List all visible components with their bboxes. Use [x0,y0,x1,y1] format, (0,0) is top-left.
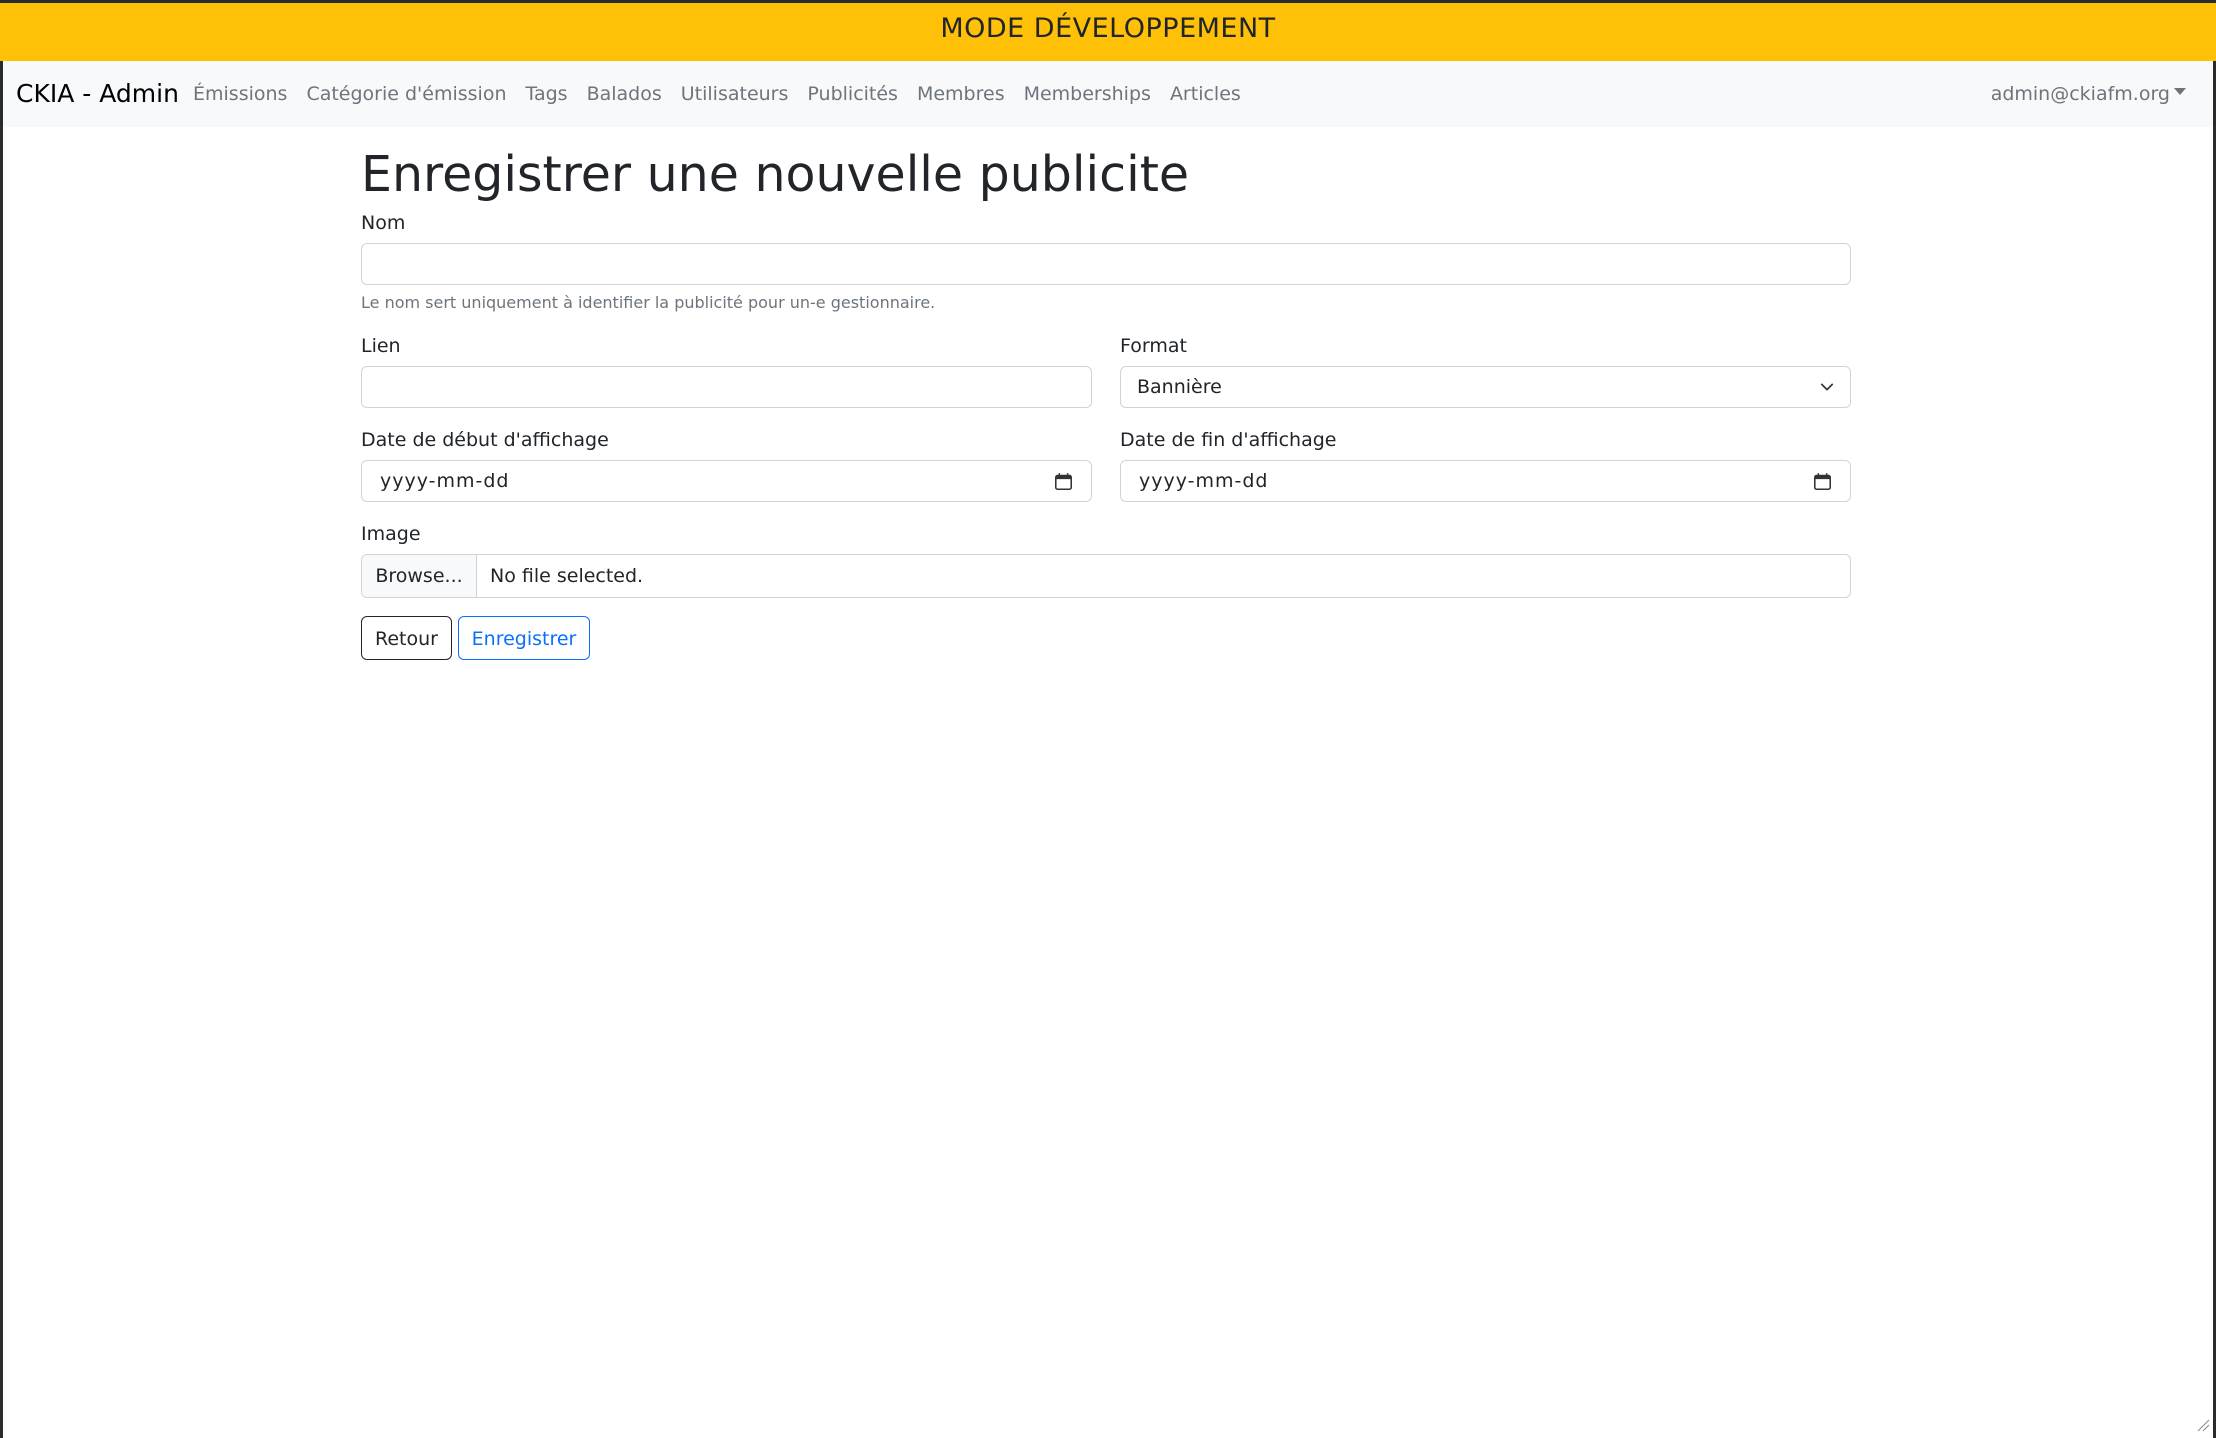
format-selected-value: Bannière [1137,376,1222,398]
browse-button[interactable]: Browse... [362,555,477,597]
page-title: Enregistrer une nouvelle publicite [361,146,1190,203]
back-button[interactable]: Retour [361,616,452,660]
nav-link-tags[interactable]: Tags [526,83,568,105]
window-frame [0,0,2216,1438]
lien-input[interactable] [361,366,1092,408]
file-status-text: No file selected. [490,565,644,587]
image-label: Image [361,523,421,545]
date-debut-label: Date de début d'affichage [361,429,609,451]
caret-down-icon [2174,88,2186,95]
nom-help-text: Le nom sert uniquement à identifier la p… [361,293,936,312]
format-select[interactable]: Bannière [1120,366,1851,408]
nav-link-emissions[interactable]: Émissions [193,83,287,105]
nav-link-articles[interactable]: Articles [1170,83,1241,105]
lien-label: Lien [361,335,401,357]
date-debut-placeholder: yyyy-mm-dd [380,470,510,492]
nav-link-balados[interactable]: Balados [587,83,662,105]
image-file-input[interactable]: Browse... No file selected. [361,554,1851,598]
dev-mode-banner: MODE DÉVELOPPEMENT [0,0,2216,61]
nav-link-categorie-emission[interactable]: Catégorie d'émission [306,83,506,105]
nav-links: Émissions Catégorie d'émission Tags Bala… [193,61,1260,127]
date-fin-placeholder: yyyy-mm-dd [1139,470,1269,492]
nom-input[interactable] [361,243,1851,285]
user-email: admin@ckiafm.org [1990,83,2170,105]
nav-link-utilisateurs[interactable]: Utilisateurs [681,83,789,105]
nav-link-membres[interactable]: Membres [917,83,1005,105]
top-navbar: CKIA - Admin Émissions Catégorie d'émiss… [3,61,2213,127]
save-button[interactable]: Enregistrer [458,616,590,660]
date-fin-input[interactable]: yyyy-mm-dd [1120,460,1851,502]
nav-link-publicites[interactable]: Publicités [807,83,898,105]
chevron-down-icon [1820,383,1834,391]
nom-label: Nom [361,212,406,234]
navbar-brand[interactable]: CKIA - Admin [16,61,179,127]
resize-grip-icon[interactable] [2196,1418,2210,1432]
user-menu-dropdown[interactable]: admin@ckiafm.org [1991,61,2186,127]
date-debut-input[interactable]: yyyy-mm-dd [361,460,1092,502]
calendar-icon[interactable] [1813,472,1832,491]
nav-link-memberships[interactable]: Memberships [1024,83,1151,105]
dev-mode-banner-text: MODE DÉVELOPPEMENT [940,13,1276,44]
date-fin-label: Date de fin d'affichage [1120,429,1337,451]
calendar-icon[interactable] [1054,472,1073,491]
format-label: Format [1120,335,1187,357]
